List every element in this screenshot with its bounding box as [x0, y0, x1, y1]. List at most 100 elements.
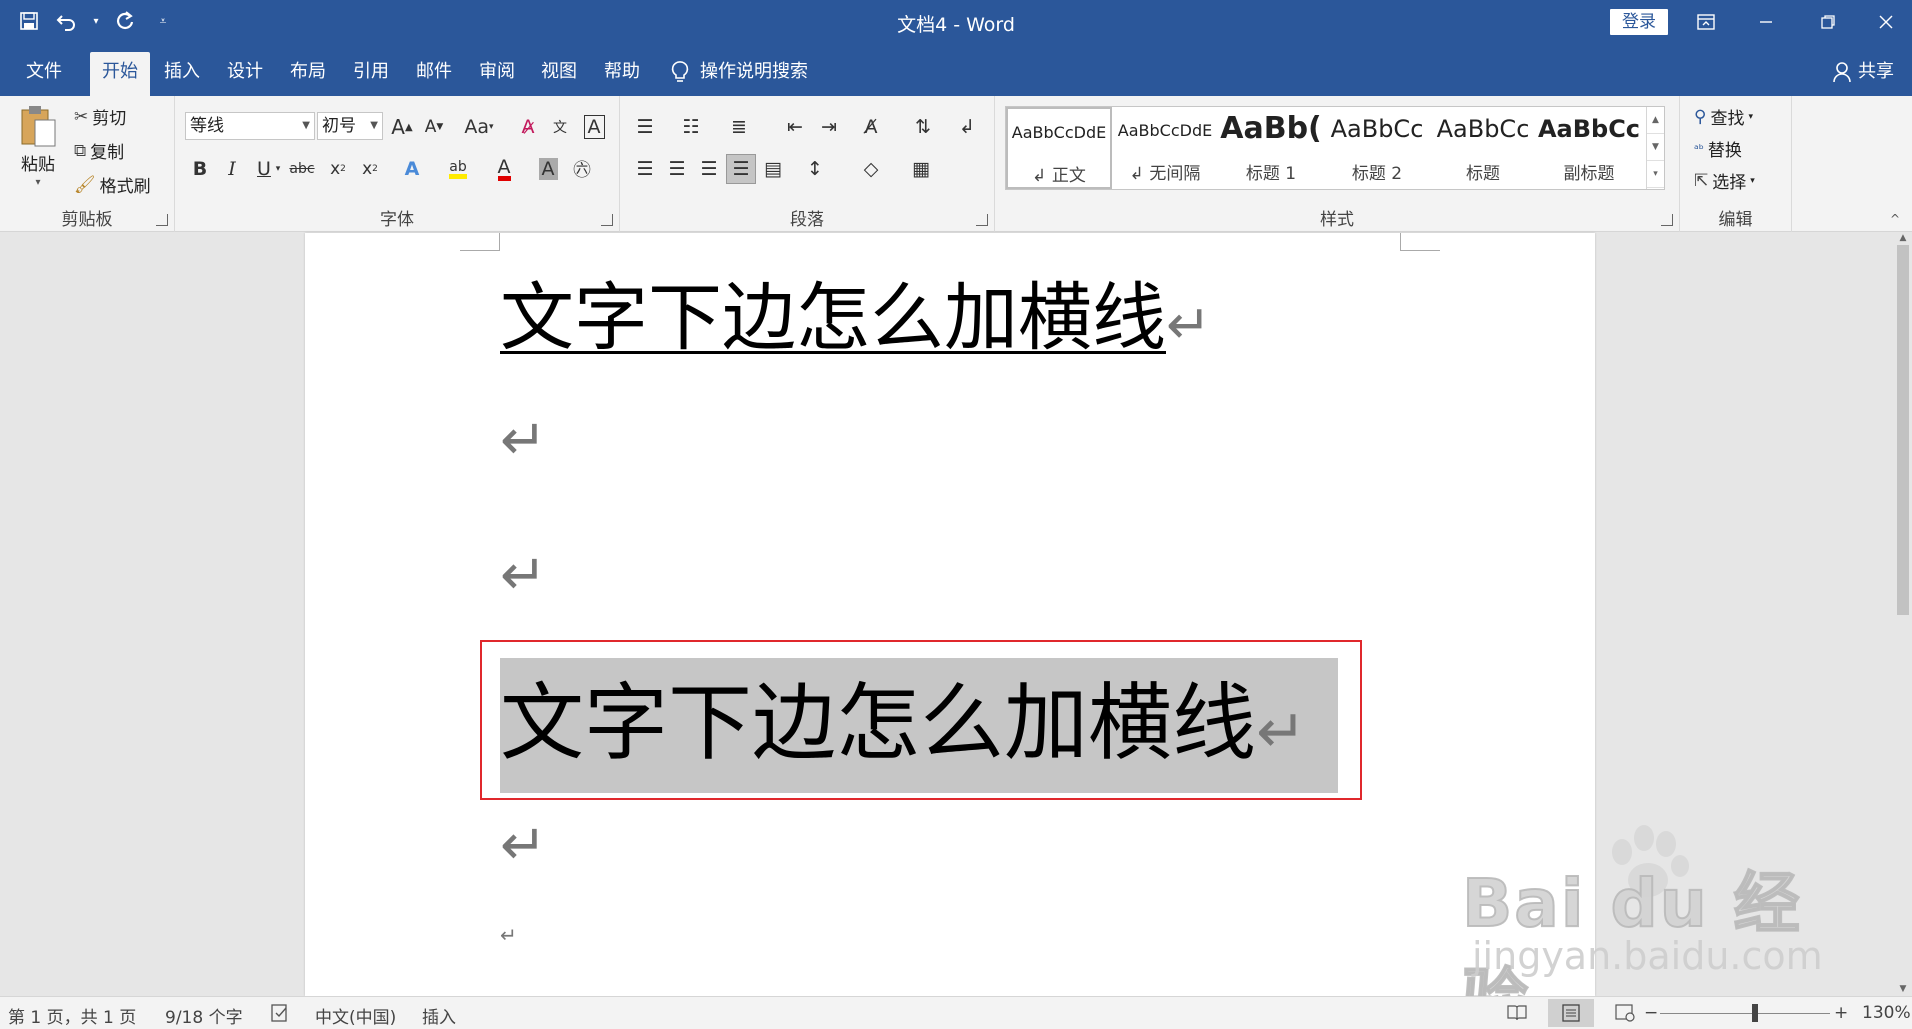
empty-paragraph[interactable]: ↵	[500, 923, 517, 947]
justify-icon[interactable]: ☰	[726, 154, 756, 184]
lightbulb-icon	[671, 61, 689, 82]
multilevel-list-icon[interactable]: ≣	[724, 112, 754, 142]
word-count[interactable]: 9/18 个字	[165, 1003, 243, 1028]
paragraph-launcher-icon[interactable]	[976, 214, 988, 226]
clipboard-launcher-icon[interactable]	[156, 214, 168, 226]
distributed-icon[interactable]: ▤	[758, 154, 788, 184]
ribbon-display-icon[interactable]	[1676, 0, 1736, 44]
login-button[interactable]: 登录	[1610, 9, 1668, 35]
collapse-ribbon-icon[interactable]: ^	[1890, 212, 1900, 226]
scroll-up-icon[interactable]: ▲	[1894, 233, 1912, 245]
cut-button[interactable]: ✂ 剪切	[74, 104, 126, 130]
proofing-icon[interactable]	[270, 1003, 290, 1028]
style-heading-2[interactable]: AaBbCc 标题 2	[1324, 107, 1430, 189]
highlight-color-icon[interactable]: ab	[443, 154, 473, 184]
font-color-icon[interactable]: A	[489, 154, 519, 184]
tab-view[interactable]: 视图	[529, 52, 589, 96]
document-page[interactable]: 文字下边怎么加横线↵ ↵ ↵ 文字下边怎么加横线↵ ↵ ↵	[305, 233, 1595, 996]
style-subtitle[interactable]: AaBbCc 副标题	[1536, 107, 1642, 189]
shrink-font-icon[interactable]: A ▼	[419, 112, 449, 142]
text-effects-icon[interactable]: A	[397, 154, 427, 184]
character-border-icon[interactable]: A	[579, 112, 609, 142]
select-button[interactable]: ⇱ 选择 ▾	[1694, 168, 1755, 194]
tab-design[interactable]: 设计	[215, 52, 275, 96]
read-mode-icon[interactable]	[1506, 1003, 1528, 1028]
bullets-icon[interactable]: ☰	[630, 112, 660, 142]
italic-icon[interactable]: I	[217, 154, 247, 184]
subscript-icon[interactable]: x2	[323, 154, 353, 184]
font-launcher-icon[interactable]	[601, 214, 613, 226]
tab-home[interactable]: 开始	[90, 52, 150, 96]
grow-font-icon[interactable]: A ▲	[387, 112, 417, 142]
tab-references[interactable]: 引用	[341, 52, 401, 96]
change-case-button[interactable]: Aa ▾	[457, 112, 501, 142]
shading-icon[interactable]: ◇	[856, 154, 886, 184]
find-button[interactable]: ⚲ 查找 ▾	[1694, 104, 1753, 130]
style-normal[interactable]: AaBbCcDdE ↲ 正文	[1006, 107, 1112, 189]
empty-paragraph[interactable]: ↵	[500, 813, 547, 878]
print-layout-icon[interactable]	[1548, 999, 1594, 1027]
format-painter-button[interactable]: 🖌 格式刷	[74, 172, 151, 198]
page-count[interactable]: 第 1 页，共 1 页	[8, 1003, 136, 1028]
web-layout-icon[interactable]	[1614, 1003, 1636, 1028]
gallery-down-icon[interactable]: ▼	[1647, 134, 1664, 161]
font-name-combo[interactable]: 等线 ▼	[185, 112, 315, 140]
zoom-in-icon[interactable]: +	[1834, 1003, 1848, 1023]
copy-button[interactable]: ⧉ 复制	[74, 138, 124, 164]
numbering-icon[interactable]: ☷	[676, 112, 706, 142]
show-marks-icon[interactable]: ↲	[952, 112, 982, 142]
tab-insert[interactable]: 插入	[152, 52, 212, 96]
gallery-more-icon[interactable]: ▾	[1647, 161, 1664, 188]
tab-file[interactable]: 文件	[14, 52, 74, 96]
heading-line-underlined[interactable]: 文字下边怎么加横线↵	[500, 273, 1211, 370]
styles-launcher-icon[interactable]	[1661, 214, 1673, 226]
paste-dropdown-icon[interactable]: ▾	[35, 177, 40, 188]
clear-formatting-icon[interactable]: A̷	[513, 112, 543, 142]
empty-paragraph[interactable]: ↵	[500, 543, 547, 608]
replace-button[interactable]: ᵃᵇ 替换	[1694, 136, 1742, 161]
share-button[interactable]: 共享	[1832, 52, 1894, 92]
sort-icon[interactable]: ⇅	[908, 112, 938, 142]
tab-mailings[interactable]: 邮件	[404, 52, 464, 96]
gallery-up-icon[interactable]: ▲	[1647, 107, 1664, 134]
character-shading-icon[interactable]: A	[533, 154, 563, 184]
zoom-level[interactable]: 130%	[1862, 1003, 1911, 1023]
increase-indent-icon[interactable]: ⇥	[814, 112, 844, 142]
align-left-icon[interactable]: ☰	[630, 154, 660, 184]
phonetic-guide-icon[interactable]: 文	[545, 112, 575, 142]
align-center-icon[interactable]: ☰	[662, 154, 692, 184]
close-icon[interactable]	[1856, 0, 1912, 44]
chinese-layout-icon[interactable]: A̸	[856, 112, 886, 142]
align-right-icon[interactable]: ☰	[694, 154, 724, 184]
style-heading-1[interactable]: AaBb( 标题 1	[1218, 107, 1324, 189]
zoom-slider-thumb[interactable]	[1752, 1004, 1758, 1022]
borders-icon[interactable]: ▦	[906, 154, 936, 184]
style-no-spacing[interactable]: AaBbCcDdE ↲ 无间隔	[1112, 107, 1218, 189]
language[interactable]: 中文(中国)	[315, 1003, 396, 1028]
empty-paragraph[interactable]: ↵	[500, 408, 547, 473]
strikethrough-icon[interactable]: abc	[287, 154, 317, 184]
paste-button[interactable]: 粘贴 ▾	[18, 104, 58, 188]
decrease-indent-icon[interactable]: ⇤	[780, 112, 810, 142]
tell-me-search[interactable]: 操作说明搜索	[670, 52, 808, 92]
bold-icon[interactable]: B	[185, 154, 215, 184]
restore-icon[interactable]	[1798, 0, 1858, 44]
watermark-url: jingyan.baidu.com	[1472, 934, 1823, 978]
underline-dropdown-icon[interactable]: ▾	[271, 154, 285, 184]
vertical-scrollbar[interactable]: ▲ ▼	[1894, 233, 1912, 996]
minimize-icon[interactable]	[1736, 0, 1796, 44]
superscript-icon[interactable]: x2	[355, 154, 385, 184]
insert-mode[interactable]: 插入	[422, 1003, 456, 1028]
style-name: 标题 1	[1245, 164, 1297, 184]
enclose-characters-icon[interactable]: ㊅	[567, 154, 597, 184]
tab-help[interactable]: 帮助	[592, 52, 652, 96]
line-spacing-icon[interactable]: ↕	[800, 154, 830, 184]
zoom-out-icon[interactable]: −	[1644, 1003, 1658, 1023]
style-title[interactable]: AaBbCc 标题	[1430, 107, 1536, 189]
scroll-thumb[interactable]	[1897, 245, 1909, 615]
zoom-slider[interactable]	[1660, 1013, 1830, 1014]
tab-review[interactable]: 审阅	[467, 52, 527, 96]
tab-layout[interactable]: 布局	[278, 52, 338, 96]
font-size-combo[interactable]: 初号 ▼	[317, 112, 383, 140]
scroll-down-icon[interactable]: ▼	[1894, 984, 1912, 996]
